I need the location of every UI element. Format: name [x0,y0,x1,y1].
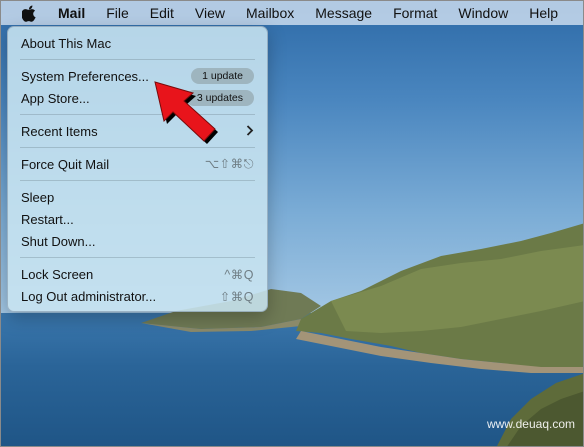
menu-item-app-store[interactable]: App Store... 3 updates [8,87,267,109]
keyboard-shortcut: ⇧⌘Q [219,289,254,304]
menu-item-label: Restart... [21,211,74,227]
keyboard-shortcut: ^⌘Q [224,267,254,282]
menu-item-label: Shut Down... [21,233,96,249]
menu-message[interactable]: Message [315,1,372,25]
apple-menu: About This Mac System Preferences... 1 u… [7,26,268,312]
apple-logo-icon[interactable] [22,4,38,22]
menu-item-label: Force Quit Mail [21,156,110,172]
menu-mail[interactable]: Mail [58,1,85,25]
menu-file[interactable]: File [106,1,129,25]
screen: Mail File Edit View Mailbox Message Form… [0,0,584,447]
menu-item-sleep[interactable]: Sleep [8,186,267,208]
menu-help[interactable]: Help [529,1,558,25]
menu-item-label: About This Mac [21,35,112,51]
menu-bar: Mail File Edit View Mailbox Message Form… [1,1,583,25]
menu-view[interactable]: View [195,1,225,25]
menu-item-label: Sleep [21,189,55,205]
menu-separator [20,180,255,181]
menu-item-restart[interactable]: Restart... [8,208,267,230]
watermark: www.deuaq.com [486,417,575,431]
red-arrow-icon [154,81,218,144]
menu-separator [20,257,255,258]
menu-edit[interactable]: Edit [150,1,174,25]
keyboard-shortcut: ⌥⇧⌘⎋ [204,157,254,171]
menu-item-force-quit[interactable]: Force Quit Mail ⌥⇧⌘⎋ [8,153,267,175]
menu-item-recent-items[interactable]: Recent Items [8,120,267,142]
menu-window[interactable]: Window [458,1,508,25]
menu-item-lock-screen[interactable]: Lock Screen ^⌘Q [8,263,267,285]
menu-separator [20,147,255,148]
menu-item-label: Log Out administrator... [21,288,157,304]
menu-mailbox[interactable]: Mailbox [246,1,294,25]
menu-item-about-this-mac[interactable]: About This Mac [8,32,267,54]
menu-separator [20,59,255,60]
menu-item-label: Lock Screen [21,266,94,282]
menu-item-log-out[interactable]: Log Out administrator... ⇧⌘Q [8,285,267,307]
menu-format[interactable]: Format [393,1,437,25]
menu-item-shut-down[interactable]: Shut Down... [8,230,267,252]
chevron-right-icon [246,123,254,139]
menu-item-system-preferences[interactable]: System Preferences... 1 update [8,65,267,87]
